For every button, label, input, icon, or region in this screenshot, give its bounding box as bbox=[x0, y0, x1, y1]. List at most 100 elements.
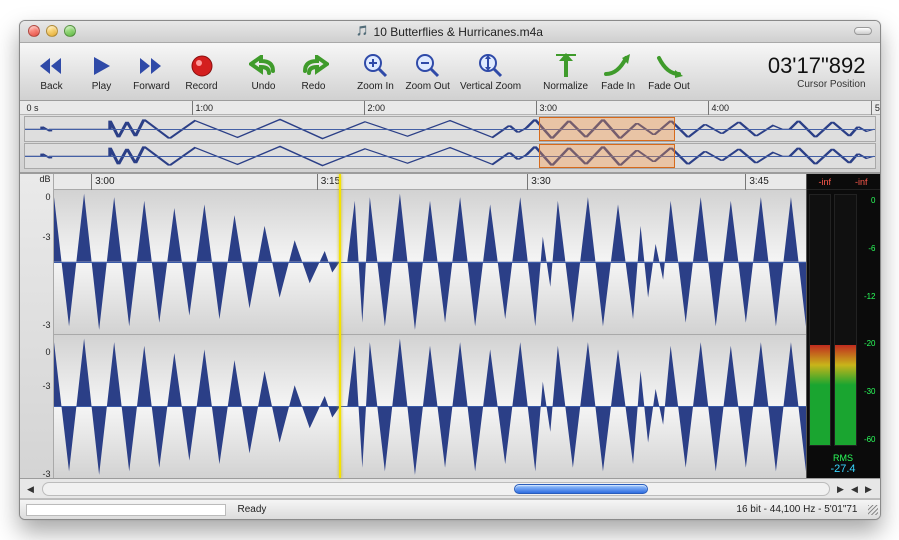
undo-button[interactable]: Undo bbox=[240, 46, 288, 98]
db-tick: -3 bbox=[42, 469, 50, 479]
peak-left: -inf bbox=[818, 177, 831, 187]
minimize-window-button[interactable] bbox=[46, 25, 58, 37]
db-tick: 0 bbox=[45, 347, 50, 357]
toolbar-toggle-pill[interactable] bbox=[854, 27, 872, 35]
redo-icon bbox=[297, 51, 331, 81]
cursor-position-label: Cursor Position bbox=[768, 79, 866, 90]
channel-left[interactable] bbox=[54, 190, 806, 335]
overview-ruler-mark: 4:00 bbox=[708, 101, 730, 115]
scroll-right-button[interactable]: ▶ bbox=[834, 482, 848, 496]
meter-fill-left bbox=[810, 345, 831, 445]
waveform-area[interactable]: 3:00 3:15 3:30 3:45 bbox=[54, 174, 806, 478]
overview-ruler-mark: 3:00 bbox=[536, 101, 558, 115]
scroll-right-alt-button[interactable]: ▶ bbox=[862, 482, 876, 496]
normalize-icon bbox=[549, 51, 583, 81]
db-tick: -3 bbox=[42, 320, 50, 330]
fade-out-icon bbox=[652, 51, 686, 81]
zoom-in-button[interactable]: Zoom In bbox=[352, 46, 400, 98]
fade-in-icon bbox=[601, 51, 635, 81]
fade-out-button[interactable]: Fade Out bbox=[644, 46, 694, 98]
document-icon: 🎵 bbox=[356, 26, 368, 37]
forward-label: Forward bbox=[133, 81, 170, 92]
play-button[interactable]: Play bbox=[78, 46, 126, 98]
resize-handle[interactable] bbox=[866, 503, 880, 517]
db-unit-label: dB bbox=[39, 174, 50, 184]
play-label: Play bbox=[92, 81, 111, 92]
meter-scale-tick: -12 bbox=[864, 292, 878, 301]
status-bar: Ready 16 bit - 44,100 Hz - 5'01"71 bbox=[20, 499, 880, 519]
overview-wave-left[interactable] bbox=[24, 116, 876, 142]
normalize-button[interactable]: Normalize bbox=[539, 46, 592, 98]
rms-readout: RMS -27.4 bbox=[807, 450, 880, 478]
db-tick: -3 bbox=[42, 381, 50, 391]
overview-ruler-mark: 1:00 bbox=[192, 101, 214, 115]
detail-ruler-mark: 3:00 bbox=[91, 174, 114, 190]
detail-ruler[interactable]: 3:00 3:15 3:30 3:45 bbox=[54, 174, 806, 190]
cursor-position-display: 03'17"892 Cursor Position bbox=[768, 53, 872, 90]
channel-right[interactable] bbox=[54, 335, 806, 479]
redo-button[interactable]: Redo bbox=[290, 46, 338, 98]
meter-scale-tick: -60 bbox=[864, 435, 878, 444]
meter-scale: 0-6-12-20-30-60 bbox=[860, 194, 878, 446]
peak-right: -inf bbox=[855, 177, 868, 187]
zoom-in-label: Zoom In bbox=[357, 81, 394, 92]
vertical-zoom-button[interactable]: Vertical Zoom bbox=[456, 46, 525, 98]
record-button[interactable]: Record bbox=[178, 46, 226, 98]
meter-scale-tick: 0 bbox=[871, 196, 877, 205]
zoom-out-label: Zoom Out bbox=[406, 81, 450, 92]
window-title: 10 Butterflies & Hurricanes.m4a bbox=[374, 25, 543, 39]
vertical-zoom-label: Vertical Zoom bbox=[460, 81, 521, 92]
fade-out-label: Fade Out bbox=[648, 81, 690, 92]
fade-in-button[interactable]: Fade In bbox=[594, 46, 642, 98]
close-window-button[interactable] bbox=[28, 25, 40, 37]
undo-icon bbox=[247, 51, 281, 81]
play-icon bbox=[85, 51, 119, 81]
horizontal-scrollbar[interactable]: ◀ ▶ ◀ ▶ bbox=[20, 479, 880, 499]
audio-info: 16 bit - 44,100 Hz - 5'01"71 bbox=[736, 504, 865, 515]
waveform-editor: dB 0 -3 -3 0 -3 -3 3:00 3:15 3:30 3:45 -inf -inf bbox=[20, 173, 880, 479]
scroll-track[interactable] bbox=[42, 482, 830, 496]
detail-ruler-mark: 3:30 bbox=[527, 174, 550, 190]
meter-fill-right bbox=[835, 345, 856, 445]
zoom-window-button[interactable] bbox=[64, 25, 76, 37]
rms-label: RMS bbox=[807, 453, 880, 463]
meter-scale-tick: -20 bbox=[864, 339, 878, 348]
rms-value: -27.4 bbox=[807, 463, 880, 475]
overview-selection[interactable] bbox=[539, 117, 675, 141]
rewind-icon bbox=[35, 51, 69, 81]
record-icon bbox=[185, 51, 219, 81]
zoom-out-icon bbox=[411, 51, 445, 81]
db-scale: dB 0 -3 -3 0 -3 -3 bbox=[20, 174, 54, 478]
cursor-position-value: 03'17"892 bbox=[768, 53, 866, 79]
fade-in-label: Fade In bbox=[601, 81, 635, 92]
back-label: Back bbox=[40, 81, 62, 92]
level-meters: -inf -inf 0-6-12-20-30-60 RMS -27.4 bbox=[806, 174, 880, 478]
overview-wave-right[interactable] bbox=[24, 143, 876, 169]
scroll-left-button[interactable]: ◀ bbox=[24, 482, 38, 496]
undo-label: Undo bbox=[252, 81, 276, 92]
titlebar[interactable]: 🎵 10 Butterflies & Hurricanes.m4a bbox=[20, 21, 880, 43]
scroll-thumb[interactable] bbox=[514, 484, 648, 494]
playhead-cursor[interactable] bbox=[339, 174, 341, 478]
overview-timeline[interactable]: 0 s 1:00 2:00 3:00 4:00 5:00 bbox=[20, 101, 880, 173]
overview-ruler-mark: 2:00 bbox=[364, 101, 386, 115]
overview-ruler-mark: 5:00 bbox=[871, 101, 881, 115]
forward-button[interactable]: Forward bbox=[128, 46, 176, 98]
record-label: Record bbox=[185, 81, 217, 92]
overview-ruler[interactable]: 0 s 1:00 2:00 3:00 4:00 5:00 bbox=[20, 101, 880, 115]
window-controls bbox=[28, 25, 76, 37]
detail-ruler-mark: 3:15 bbox=[317, 174, 340, 190]
db-tick: -3 bbox=[42, 232, 50, 242]
scroll-left-alt-button[interactable]: ◀ bbox=[848, 482, 862, 496]
normalize-label: Normalize bbox=[543, 81, 588, 92]
status-text: Ready bbox=[232, 504, 267, 515]
overview-selection[interactable] bbox=[539, 144, 675, 168]
meter-bar-right bbox=[834, 194, 857, 446]
detail-ruler-mark: 3:45 bbox=[745, 174, 768, 190]
zoom-out-button[interactable]: Zoom Out bbox=[402, 46, 454, 98]
ruler-start: 0 s bbox=[24, 101, 39, 115]
app-window: 🎵 10 Butterflies & Hurricanes.m4a Back P… bbox=[19, 20, 881, 520]
back-button[interactable]: Back bbox=[28, 46, 76, 98]
redo-label: Redo bbox=[302, 81, 326, 92]
db-tick: 0 bbox=[45, 192, 50, 202]
